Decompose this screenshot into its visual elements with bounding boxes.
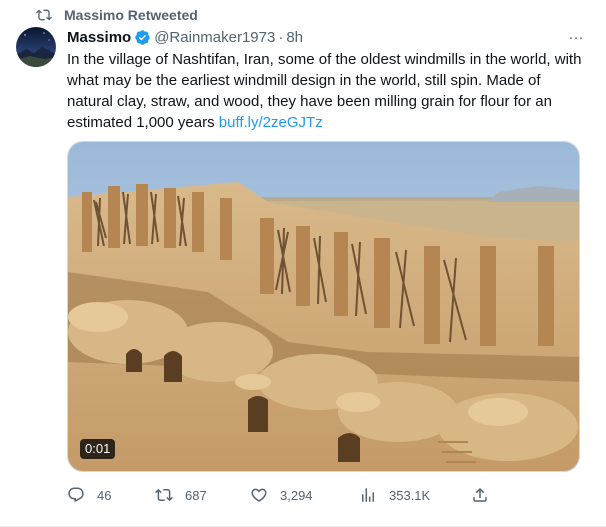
like-button[interactable]: 3,294 <box>250 484 313 506</box>
reply-icon <box>68 487 84 503</box>
action-bar: 46 687 3,294 353.1K <box>67 484 497 506</box>
retweet-icon <box>36 9 52 21</box>
retweet-icon <box>155 488 173 502</box>
tweet-header: Massimo @Rainmaker1973 · 8h ··· <box>67 27 586 47</box>
author-name[interactable]: Massimo <box>67 29 131 46</box>
like-count: 3,294 <box>280 487 313 503</box>
tweet-link[interactable]: buff.ly/2zeGJTz <box>219 114 323 131</box>
reply-count: 46 <box>97 487 112 503</box>
separator: · <box>278 28 284 46</box>
retweet-label[interactable]: Massimo Retweeted <box>64 7 198 23</box>
views-button[interactable]: 353.1K <box>359 484 430 506</box>
avatar[interactable] <box>16 27 56 67</box>
share-icon <box>473 487 487 502</box>
like-icon <box>251 488 267 502</box>
more-icon[interactable]: ··· <box>566 27 586 47</box>
views-icon <box>362 488 374 502</box>
video-duration-badge: 0:01 <box>80 439 116 459</box>
view-count: 353.1K <box>389 487 431 503</box>
reply-button[interactable]: 46 <box>67 484 111 506</box>
video-player[interactable]: 0:01 <box>67 141 580 472</box>
video-thumbnail <box>68 142 579 471</box>
tweet-body: In the village of Nashtifan, Iran, some … <box>67 51 582 131</box>
author-handle[interactable]: @Rainmaker1973 <box>154 29 275 46</box>
retweet-button[interactable]: 687 <box>155 484 207 506</box>
tweet-text: In the village of Nashtifan, Iran, some … <box>67 49 587 133</box>
tweet[interactable]: Massimo Retweeted Massimo @Rainmaker1973… <box>0 0 606 527</box>
verified-badge-icon <box>135 29 150 45</box>
retweet-count: 687 <box>185 487 207 503</box>
social-context: Massimo Retweeted <box>36 6 198 24</box>
share-button[interactable] <box>471 484 489 506</box>
timestamp[interactable]: 8h <box>286 29 303 46</box>
